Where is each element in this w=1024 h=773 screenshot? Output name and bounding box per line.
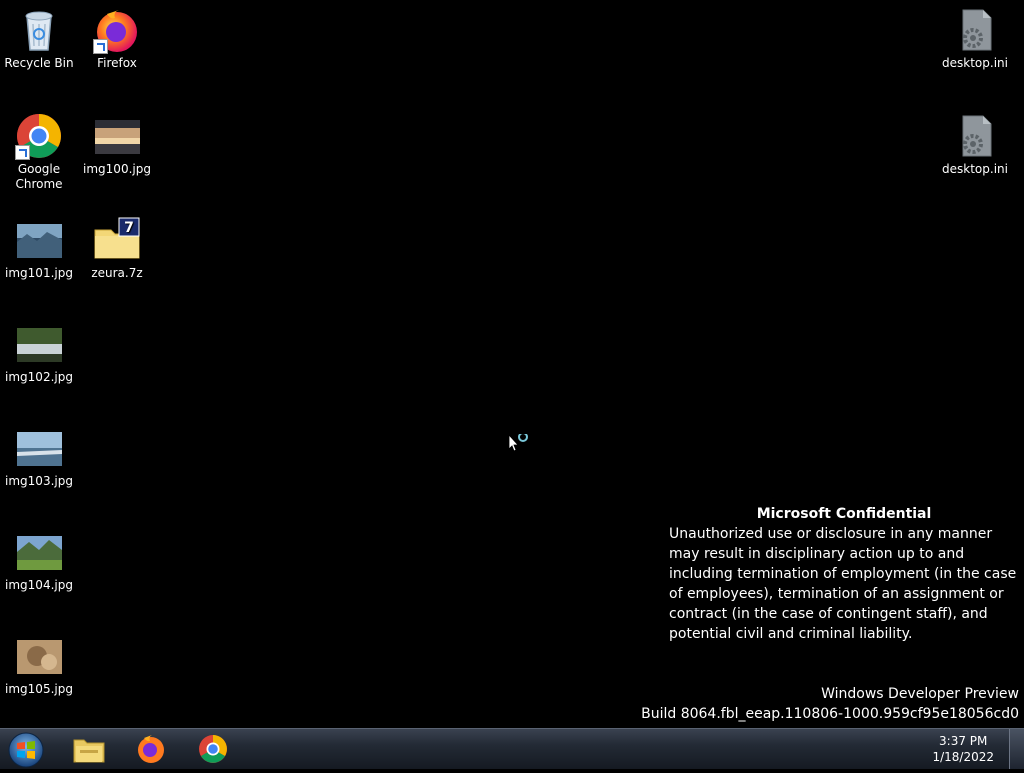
icon-label: Google Chrome xyxy=(15,162,63,191)
icon-label: img104.jpg xyxy=(5,578,73,592)
image-file-icon xyxy=(93,112,141,160)
image-file-icon xyxy=(15,528,63,576)
icon-label: img103.jpg xyxy=(5,474,73,488)
7zip-archive-icon: 7 xyxy=(93,216,141,264)
desktop-icon-img102[interactable]: img102.jpg xyxy=(1,320,77,385)
desktop: Recycle Bin Firefox Google Chrome img100… xyxy=(0,0,1024,728)
windows-start-icon xyxy=(8,732,44,768)
desktop-icon-desktop-ini-1[interactable]: desktop.ini xyxy=(937,6,1013,71)
show-desktop-button[interactable] xyxy=(1009,729,1024,769)
desktop-icon-img105[interactable]: img105.jpg xyxy=(1,632,77,697)
icon-label: img101.jpg xyxy=(5,266,73,280)
settings-file-icon xyxy=(951,112,999,160)
icon-label: desktop.ini xyxy=(942,56,1008,70)
icon-label: img100.jpg xyxy=(83,162,151,176)
build-watermark: Windows Developer Preview Build 8064.fbl… xyxy=(641,684,1019,724)
icon-label: img102.jpg xyxy=(5,370,73,384)
clock-time: 3:37 PM xyxy=(939,734,988,748)
shortcut-arrow-icon xyxy=(15,145,30,160)
firefox-icon xyxy=(93,6,141,54)
busy-cursor-icon xyxy=(508,432,532,458)
desktop-icon-recycle-bin[interactable]: Recycle Bin xyxy=(1,6,77,71)
desktop-icon-img101[interactable]: img101.jpg xyxy=(1,216,77,281)
build-string: Build 8064.fbl_eeap.110806-1000.959cf95e… xyxy=(641,706,1019,722)
shortcut-arrow-icon xyxy=(93,39,108,54)
confidential-title: Microsoft Confidential xyxy=(756,506,932,522)
desktop-icon-firefox[interactable]: Firefox xyxy=(79,6,155,71)
system-clock[interactable]: 3:37 PM 1/18/2022 xyxy=(932,733,994,765)
clock-date: 1/18/2022 xyxy=(932,750,994,764)
chrome-icon xyxy=(199,735,227,763)
icon-label: img105.jpg xyxy=(5,682,73,696)
image-file-icon xyxy=(15,216,63,264)
icon-label: Firefox xyxy=(97,56,137,70)
chrome-icon xyxy=(15,112,63,160)
desktop-icon-img103[interactable]: img103.jpg xyxy=(1,424,77,489)
taskbar: 3:37 PM 1/18/2022 xyxy=(0,728,1024,769)
desktop-icon-desktop-ini-2[interactable]: desktop.ini xyxy=(937,112,1013,177)
desktop-icon-zeura-7z[interactable]: 7 zeura.7z xyxy=(79,216,155,281)
recycle-bin-icon xyxy=(15,6,63,54)
svg-text:7: 7 xyxy=(124,220,134,236)
desktop-icon-img104[interactable]: img104.jpg xyxy=(1,528,77,593)
product-name: Windows Developer Preview xyxy=(821,686,1019,702)
image-file-icon xyxy=(15,632,63,680)
taskbar-chrome[interactable] xyxy=(185,731,241,767)
taskbar-file-explorer[interactable] xyxy=(61,731,117,767)
firefox-icon xyxy=(138,735,164,763)
desktop-icon-google-chrome[interactable]: Google Chrome xyxy=(1,112,77,192)
folder-icon xyxy=(73,739,105,763)
icon-label: desktop.ini xyxy=(942,162,1008,176)
start-button[interactable] xyxy=(6,731,46,769)
desktop-icon-img100[interactable]: img100.jpg xyxy=(79,112,155,177)
icon-label: Recycle Bin xyxy=(4,56,74,70)
image-file-icon xyxy=(15,320,63,368)
icon-label: zeura.7z xyxy=(91,266,143,280)
image-file-icon xyxy=(15,424,63,472)
taskbar-firefox[interactable] xyxy=(123,731,179,767)
settings-file-icon xyxy=(951,6,999,54)
confidential-notice: Microsoft Confidential Unauthorized use … xyxy=(669,504,1019,644)
confidential-body: Unauthorized use or disclosure in any ma… xyxy=(669,526,1017,642)
